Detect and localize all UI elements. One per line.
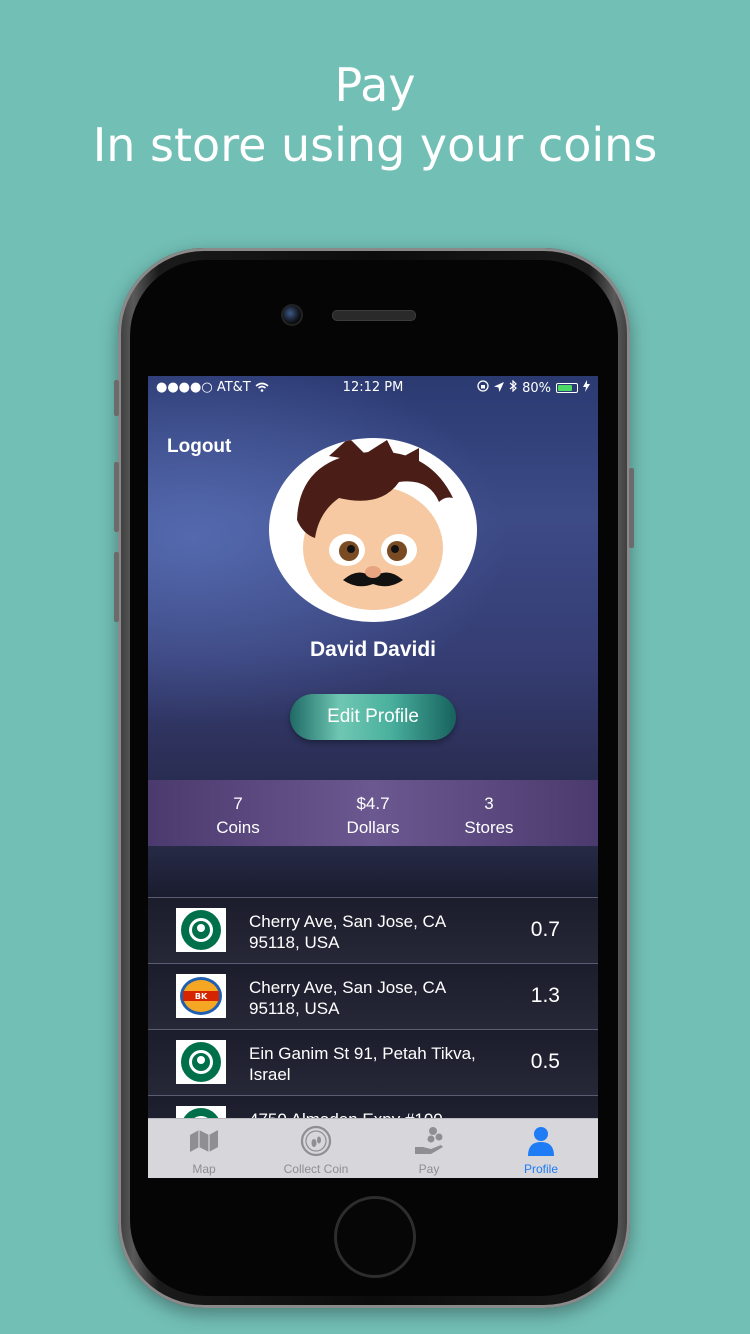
home-button[interactable]: [334, 1196, 416, 1278]
profile-header: ●●●●○ AT&T 12:12 PM 80% Logout David Dav…: [148, 376, 598, 780]
charging-icon: [583, 380, 590, 396]
pay-icon: [415, 1127, 443, 1154]
starbucks-logo-icon: [176, 1040, 226, 1084]
headline-title: Pay: [334, 58, 416, 112]
stat-value: 7: [233, 794, 243, 813]
stat-coins: 7 Coins: [188, 792, 288, 840]
svg-text:BK: BK: [195, 992, 208, 1001]
avatar[interactable]: [269, 438, 477, 622]
stat-stores: 3 Stores: [439, 792, 539, 840]
stat-label: Dollars: [346, 818, 400, 837]
status-bar: ●●●●○ AT&T 12:12 PM 80%: [148, 376, 598, 400]
battery-percent: 80%: [522, 380, 551, 396]
coin-amount: 1.3: [530, 984, 560, 1007]
tab-label: Map: [192, 1162, 216, 1176]
rotation-lock-icon: [477, 380, 489, 396]
coin-amount: 0.7: [530, 918, 560, 941]
tab-map[interactable]: Map: [148, 1119, 260, 1178]
earpiece-speaker: [332, 310, 416, 321]
stat-dollars: $4.7 Dollars: [323, 792, 423, 840]
tab-label: Profile: [523, 1162, 558, 1176]
power-button: [629, 468, 634, 548]
tab-pay[interactable]: Pay: [373, 1119, 485, 1178]
section-spacer: [148, 846, 598, 898]
burger-king-logo-icon: BK: [176, 974, 226, 1018]
stat-label: Coins: [216, 818, 260, 837]
list-item[interactable]: BK Cherry Ave, San Jose, CA 95118, USA 1…: [148, 963, 598, 1029]
coin-icon: [300, 1125, 332, 1157]
starbucks-logo-icon: [176, 908, 226, 952]
bluetooth-icon: [509, 379, 517, 396]
stats-bar: 7 Coins $4.7 Dollars 3 Stores: [148, 780, 598, 846]
volume-up-button: [114, 462, 119, 532]
store-address: Ein Ganim St 91, Petah Tikva, Israel: [249, 1043, 489, 1085]
address-line: Ein Ganim St 91, Petah Tikva,: [249, 1044, 476, 1063]
list-item[interactable]: Cherry Ave, San Jose, CA 95118, USA 0.7: [148, 897, 598, 963]
app-screen: ●●●●○ AT&T 12:12 PM 80% Logout David Dav…: [148, 376, 598, 1178]
volume-down-button: [114, 552, 119, 622]
stat-value: $4.7: [356, 794, 390, 813]
front-camera: [281, 304, 303, 326]
edit-profile-button[interactable]: Edit Profile: [290, 694, 456, 740]
headline-subtitle: In store using your coins: [92, 118, 658, 172]
tab-bar: Map Collect Coin Pay Profile: [148, 1118, 598, 1178]
address-line: Cherry Ave, San Jose, CA: [249, 978, 447, 997]
address-line: 95118, USA: [249, 999, 340, 1018]
map-icon: [190, 1130, 218, 1152]
logout-button[interactable]: Logout: [167, 436, 231, 458]
tab-profile[interactable]: Profile: [485, 1119, 597, 1178]
mute-switch: [114, 380, 119, 416]
tab-label: Pay: [418, 1162, 440, 1176]
list-item[interactable]: Ein Ganim St 91, Petah Tikva, Israel 0.5: [148, 1029, 598, 1095]
address-line: Israel: [249, 1065, 291, 1084]
address-line: 95118, USA: [249, 933, 340, 952]
location-icon: [494, 381, 505, 396]
coin-amount: 0.5: [530, 1050, 560, 1073]
store-address: Cherry Ave, San Jose, CA 95118, USA: [249, 911, 489, 953]
address-line: Cherry Ave, San Jose, CA: [249, 912, 447, 931]
profile-icon: [528, 1127, 554, 1156]
tab-collect-coin[interactable]: Collect Coin: [260, 1119, 372, 1178]
stat-value: 3: [484, 794, 494, 813]
tab-label: Collect Coin: [283, 1162, 349, 1176]
user-name: David Davidi: [309, 638, 437, 661]
status-right: 80%: [477, 379, 590, 396]
stat-label: Stores: [464, 818, 514, 837]
store-address: Cherry Ave, San Jose, CA 95118, USA: [249, 977, 489, 1019]
battery-icon: [556, 383, 578, 393]
